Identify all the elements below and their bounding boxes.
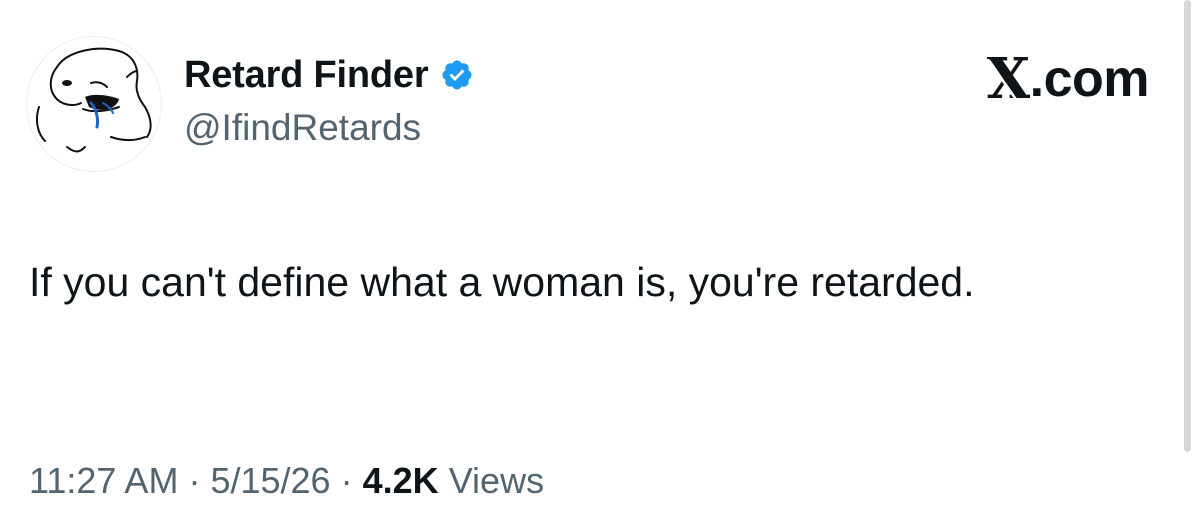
post-date[interactable]: 5/15/26 — [210, 460, 330, 501]
meta-separator: · — [188, 460, 201, 501]
brand-label: .com — [1029, 50, 1150, 108]
post-time[interactable]: 11:27 AM — [29, 460, 178, 501]
post-text: If you can't define what a woman is, you… — [29, 259, 975, 305]
avatar[interactable] — [26, 36, 162, 172]
brand-watermark: X .com — [986, 46, 1150, 112]
meta-separator: · — [340, 460, 353, 501]
verified-badge-icon[interactable] — [440, 58, 474, 92]
author-block: Retard Finder @IfindRetards — [184, 52, 474, 150]
views-label: Views — [448, 460, 545, 501]
name-row: Retard Finder — [184, 52, 474, 98]
x-logo-icon: X — [986, 46, 1030, 112]
display-name[interactable]: Retard Finder — [184, 52, 429, 98]
avatar-drawing-icon — [36, 47, 152, 153]
post-meta: 11:27 AM · 5/15/26 · 4.2K Views — [29, 458, 544, 504]
handle[interactable]: @IfindRetards — [184, 106, 474, 150]
post-card: Retard Finder @IfindRetards X .com If yo… — [0, 0, 1199, 527]
views-count[interactable]: 4.2K — [363, 460, 439, 501]
scrollbar[interactable] — [1184, 0, 1191, 452]
